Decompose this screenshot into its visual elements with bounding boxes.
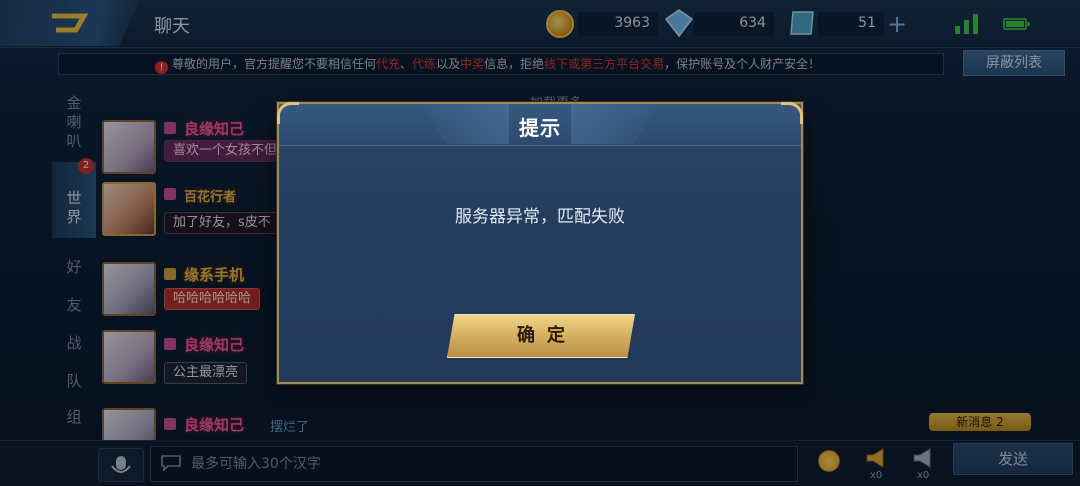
chat-screen: 聊天 3963 634 51 + ! 尊敬的用户，官方提醒您不要相信任何代充、代练…	[0, 0, 1080, 486]
alert-dialog: 提示 服务器异常，匹配失败 确定	[277, 102, 803, 384]
corner-ornament	[277, 102, 299, 124]
dialog-title: 提示	[519, 116, 561, 140]
confirm-button[interactable]: 确定	[447, 314, 635, 358]
dialog-message: 服务器异常，匹配失败	[455, 207, 625, 227]
dialog-header: 提示	[279, 104, 801, 146]
